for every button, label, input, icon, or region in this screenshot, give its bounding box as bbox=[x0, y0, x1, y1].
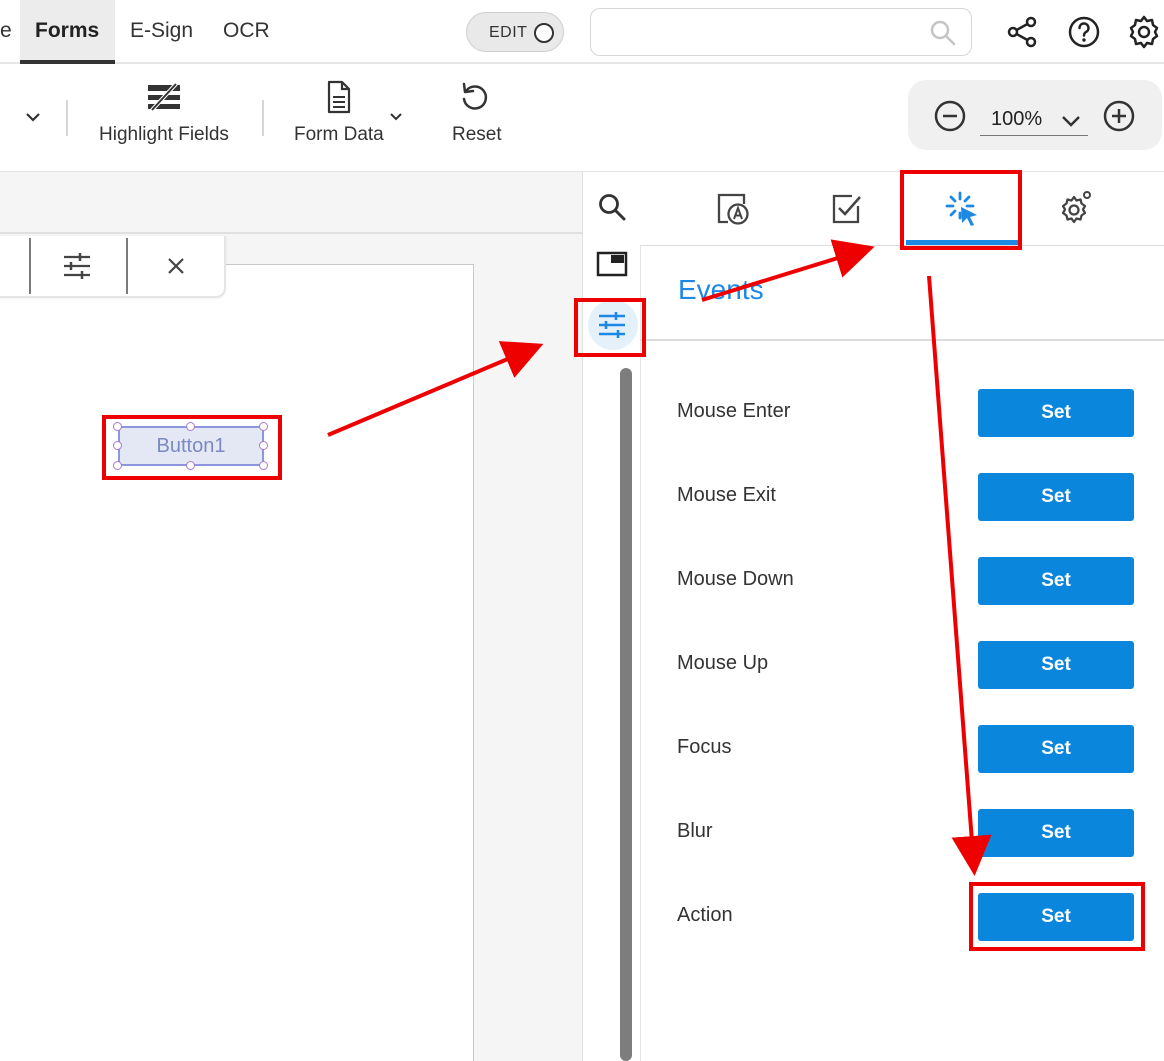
set-mouse-up-button[interactable]: Set bbox=[978, 641, 1134, 689]
event-label-mouse-up: Mouse Up bbox=[677, 652, 769, 674]
annotation-highlight-action-set bbox=[969, 882, 1145, 951]
toolbar-divider bbox=[262, 100, 264, 136]
gear-icon bbox=[1061, 191, 1091, 224]
search-icon[interactable] bbox=[597, 192, 627, 222]
toolbar: Highlight Fields Form Data Reset 100% bbox=[0, 66, 1164, 172]
app-root: e Forms E-Sign OCR EDIT Highlight Fields… bbox=[0, 0, 1164, 1061]
set-mouse-enter-button[interactable]: Set bbox=[978, 389, 1134, 437]
annotation-highlight-button-field bbox=[102, 415, 282, 480]
tab-general[interactable] bbox=[678, 174, 788, 242]
zoom-out-icon[interactable] bbox=[933, 99, 967, 133]
panel-title: Events bbox=[678, 274, 764, 305]
field-toolbar-divider bbox=[29, 238, 31, 294]
event-label-mouse-down: Mouse Down bbox=[677, 568, 794, 590]
chevron-down-icon bbox=[390, 113, 402, 121]
edit-toggle[interactable]: EDIT bbox=[466, 12, 564, 52]
form-data-button[interactable]: Form Data bbox=[290, 66, 410, 172]
properties-sliders-icon[interactable] bbox=[62, 252, 92, 280]
annotation-highlight-events-tab bbox=[900, 170, 1022, 250]
chevron-down-icon[interactable] bbox=[24, 108, 42, 126]
scrollbar[interactable] bbox=[620, 368, 632, 1061]
help-icon[interactable] bbox=[1066, 14, 1102, 50]
field-toolbar bbox=[0, 236, 226, 298]
viewer-divider bbox=[0, 232, 582, 234]
set-focus-button[interactable]: Set bbox=[978, 725, 1134, 773]
panel-layout-icon[interactable] bbox=[596, 250, 628, 278]
top-tab-bar: e Forms E-Sign OCR EDIT bbox=[0, 0, 1164, 64]
event-label-mouse-exit: Mouse Exit bbox=[677, 484, 776, 506]
set-mouse-down-button[interactable]: Set bbox=[978, 557, 1134, 605]
set-blur-button[interactable]: Set bbox=[978, 809, 1134, 857]
highlight-fields-label: Highlight Fields bbox=[99, 124, 229, 145]
set-mouse-exit-button[interactable]: Set bbox=[978, 473, 1134, 521]
reset-icon bbox=[462, 82, 488, 110]
document-page[interactable] bbox=[0, 264, 474, 1061]
close-icon[interactable] bbox=[166, 256, 186, 276]
form-data-label: Form Data bbox=[294, 124, 384, 145]
event-label-focus: Focus bbox=[677, 736, 732, 758]
reset-label: Reset bbox=[452, 124, 502, 145]
highlight-fields-button[interactable]: Highlight Fields bbox=[96, 66, 236, 172]
document-icon bbox=[327, 80, 351, 114]
panel-divider bbox=[640, 339, 1164, 341]
share-icon[interactable] bbox=[1004, 14, 1040, 50]
toolbar-divider bbox=[66, 100, 68, 136]
settings-gear-icon[interactable] bbox=[1126, 14, 1162, 50]
text-field-icon bbox=[717, 193, 749, 225]
event-label-blur: Blur bbox=[677, 820, 713, 842]
event-label-action: Action bbox=[677, 904, 733, 926]
search-box[interactable] bbox=[590, 8, 972, 56]
edit-toggle-label: EDIT bbox=[489, 24, 528, 41]
annotation-highlight-properties-icon bbox=[574, 298, 646, 357]
zoom-select[interactable]: 100% bbox=[980, 106, 1088, 136]
zoom-in-icon[interactable] bbox=[1102, 99, 1136, 133]
field-toolbar-divider bbox=[126, 238, 128, 294]
chevron-down-icon bbox=[1062, 116, 1080, 127]
toggle-knob-icon bbox=[534, 23, 554, 43]
tab-forms[interactable]: Forms bbox=[20, 0, 115, 64]
zoom-value: 100% bbox=[991, 108, 1043, 130]
reset-button[interactable]: Reset bbox=[446, 66, 510, 172]
tab-validation[interactable] bbox=[792, 174, 902, 242]
zoom-control: 100% bbox=[908, 80, 1162, 150]
tab-settings[interactable] bbox=[1020, 174, 1130, 242]
search-input[interactable] bbox=[605, 19, 915, 47]
event-label-mouse-enter: Mouse Enter bbox=[677, 400, 791, 422]
search-icon[interactable] bbox=[929, 19, 957, 47]
tab-ocr[interactable]: OCR bbox=[209, 0, 284, 62]
highlight-fields-icon bbox=[148, 82, 180, 112]
checkbox-icon bbox=[832, 194, 861, 224]
tab-e-sign[interactable]: E-Sign bbox=[116, 0, 207, 62]
